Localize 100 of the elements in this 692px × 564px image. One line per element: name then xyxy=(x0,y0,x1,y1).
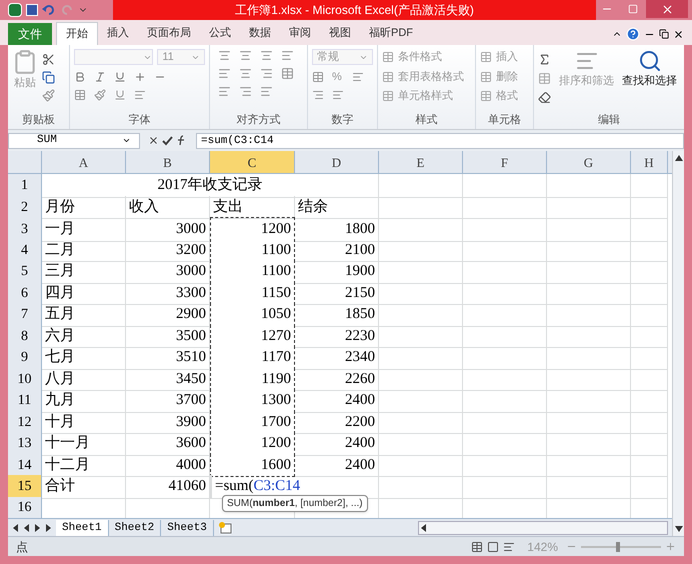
column-header[interactable]: G xyxy=(547,151,631,174)
sheet-tab[interactable]: Sheet1 xyxy=(56,520,109,536)
group-label: 单元格 xyxy=(487,113,522,128)
underline-icon[interactable] xyxy=(114,71,126,84)
ribbon-tab[interactable]: 插入 xyxy=(98,22,138,46)
row-header[interactable]: 15 xyxy=(8,475,42,499)
ribbon-tab[interactable]: 视图 xyxy=(320,22,360,46)
cells-icon xyxy=(480,90,492,102)
align-left-icon[interactable] xyxy=(218,67,231,80)
scroll-left-icon[interactable] xyxy=(419,522,429,533)
font-name-field[interactable] xyxy=(74,49,154,66)
close-icon[interactable] xyxy=(673,28,684,40)
group-label: 对齐方式 xyxy=(236,112,282,128)
table-cell: 2260 xyxy=(295,368,379,392)
cells-icon xyxy=(480,70,492,83)
enter-icon[interactable] xyxy=(162,135,173,146)
ribbon-tab[interactable]: 开始 xyxy=(56,22,98,46)
row-header[interactable]: 11 xyxy=(8,389,42,413)
ribbon-tab[interactable]: 公式 xyxy=(200,22,240,46)
search-icon xyxy=(638,49,662,74)
row-header[interactable]: 13 xyxy=(8,432,42,456)
table-cell: 1600 xyxy=(210,454,295,478)
table-cell xyxy=(631,410,668,434)
normal-view-icon[interactable] xyxy=(471,540,484,553)
formula-field[interactable]: =sum(C3:C14 xyxy=(196,132,684,149)
table-style-icon xyxy=(382,70,394,83)
table-cell: 2400 xyxy=(295,432,379,456)
table-cell: 3450 xyxy=(126,368,210,392)
format-painter-icon[interactable] xyxy=(42,89,55,102)
table-cell: 1050 xyxy=(210,303,295,327)
next-sheet-icon[interactable] xyxy=(34,524,41,532)
table-cell: 2150 xyxy=(295,282,379,306)
table-cell xyxy=(631,346,668,370)
table-style-icon xyxy=(382,51,394,64)
clear-icon[interactable] xyxy=(538,91,551,104)
scroll-up-icon[interactable] xyxy=(674,155,682,162)
table-cell: 3000 xyxy=(126,217,210,242)
align-right-icon[interactable] xyxy=(260,67,273,80)
row-header[interactable]: 9 xyxy=(8,346,42,370)
table-cell: 月份 xyxy=(42,196,126,220)
table-cell: 一月 xyxy=(42,217,126,242)
cancel-icon[interactable] xyxy=(148,135,159,146)
autosum-icon[interactable] xyxy=(538,53,551,66)
column-header[interactable]: H xyxy=(631,151,668,174)
first-sheet-icon[interactable] xyxy=(12,524,19,532)
row-header[interactable]: 7 xyxy=(8,303,42,327)
bold-icon[interactable] xyxy=(74,71,86,84)
table-cell: 十月 xyxy=(42,410,126,434)
row-header[interactable]: 1 xyxy=(8,174,42,198)
table-cell xyxy=(631,368,668,392)
help-icon[interactable] xyxy=(626,27,640,42)
table-cell: 三月 xyxy=(42,260,126,284)
vertical-scrollbar[interactable] xyxy=(672,151,684,536)
file-tab[interactable]: 文件 xyxy=(8,23,52,46)
close-button[interactable] xyxy=(646,0,688,18)
cut-icon[interactable] xyxy=(42,53,55,66)
table-cell: 1100 xyxy=(210,260,295,284)
table-cell xyxy=(631,454,668,478)
ribbon-tab[interactable]: 审阅 xyxy=(280,22,320,46)
column-header[interactable]: E xyxy=(379,151,463,174)
name-box[interactable]: SUM xyxy=(8,132,140,149)
scroll-down-icon[interactable] xyxy=(674,526,682,532)
ribbon-tab[interactable]: 页面布局 xyxy=(138,22,200,46)
zoom-in-icon[interactable] xyxy=(665,541,676,552)
group-label: 剪贴板 xyxy=(21,112,56,128)
ribbon-tab[interactable]: 数据 xyxy=(240,22,280,46)
table-cell: 1270 xyxy=(210,324,295,348)
row-header[interactable]: 5 xyxy=(8,260,42,284)
save-icon[interactable] xyxy=(26,4,38,16)
row-header[interactable]: 16 xyxy=(8,496,42,519)
group-label: 字体 xyxy=(128,112,152,128)
page-layout-icon[interactable] xyxy=(487,540,500,553)
horizontal-scrollbar[interactable] xyxy=(418,520,668,535)
group-label: 样式 xyxy=(414,113,438,128)
table-cell: 2900 xyxy=(126,303,210,327)
ribbon-tab[interactable]: 福昕PDF xyxy=(360,22,422,46)
column-header[interactable]: A xyxy=(42,151,126,174)
prev-sheet-icon[interactable] xyxy=(23,524,30,532)
table-cell: 3900 xyxy=(126,410,210,434)
table-cell: 41060 xyxy=(126,475,210,499)
table-cell: 合计 xyxy=(42,475,126,499)
column-header[interactable]: C xyxy=(210,151,295,174)
table-cell: 3600 xyxy=(126,432,210,456)
restore-icon[interactable] xyxy=(659,29,669,40)
table-cell: 支出 xyxy=(210,196,295,220)
table-cell: 2200 xyxy=(295,410,379,434)
column-header[interactable]: D xyxy=(295,151,379,174)
table-cell xyxy=(631,432,668,456)
find-select-button[interactable]: 查找和选择 xyxy=(622,49,677,112)
copy-icon[interactable] xyxy=(42,71,55,84)
group-label: 编辑 xyxy=(597,113,621,128)
align-center-icon[interactable] xyxy=(239,67,252,80)
table-cell: 十二月 xyxy=(42,454,126,478)
zoom-slider-thumb[interactable] xyxy=(616,542,620,552)
table-cell xyxy=(631,196,668,220)
italic-icon[interactable] xyxy=(94,71,106,84)
column-header[interactable]: F xyxy=(463,151,547,174)
last-sheet-icon[interactable] xyxy=(45,524,52,532)
table-cell: 3510 xyxy=(126,346,210,370)
title-bar: 工作簿1.xlsx - Microsoft Excel(产品激活失败) xyxy=(113,0,596,20)
